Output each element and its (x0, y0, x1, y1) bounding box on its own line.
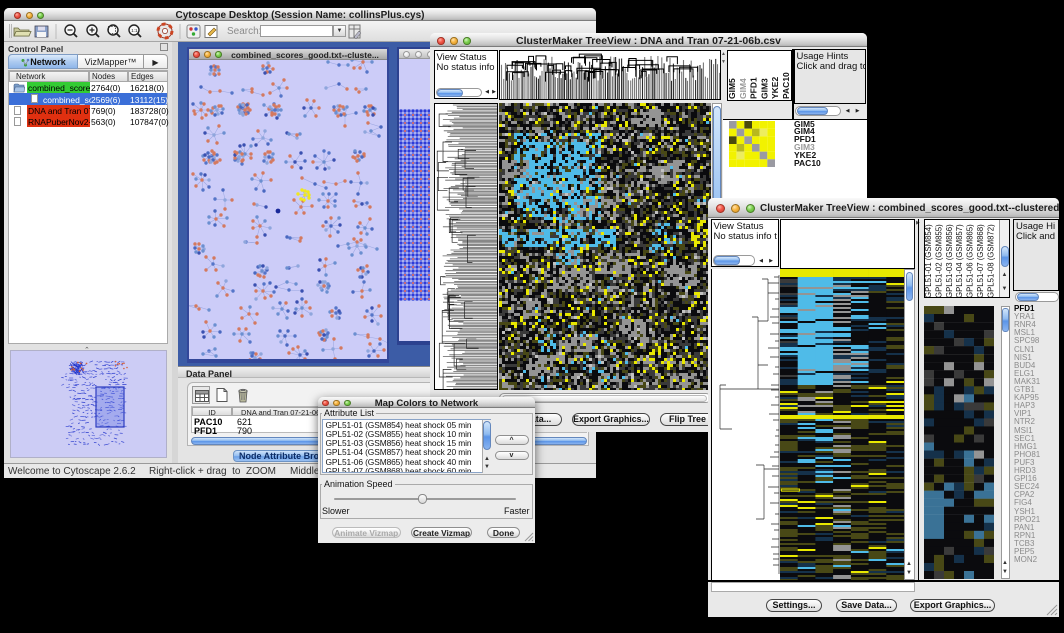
svg-text:1:1: 1:1 (131, 28, 138, 33)
svg-text:GIM3: GIM3 (759, 78, 769, 99)
svg-text:YKE2: YKE2 (770, 77, 780, 99)
svg-text:GIM5: GIM5 (728, 78, 737, 99)
svg-text:GIM4: GIM4 (738, 78, 748, 99)
svg-text:PFD1: PFD1 (749, 77, 759, 99)
svg-text:PAC10: PAC10 (781, 72, 791, 99)
